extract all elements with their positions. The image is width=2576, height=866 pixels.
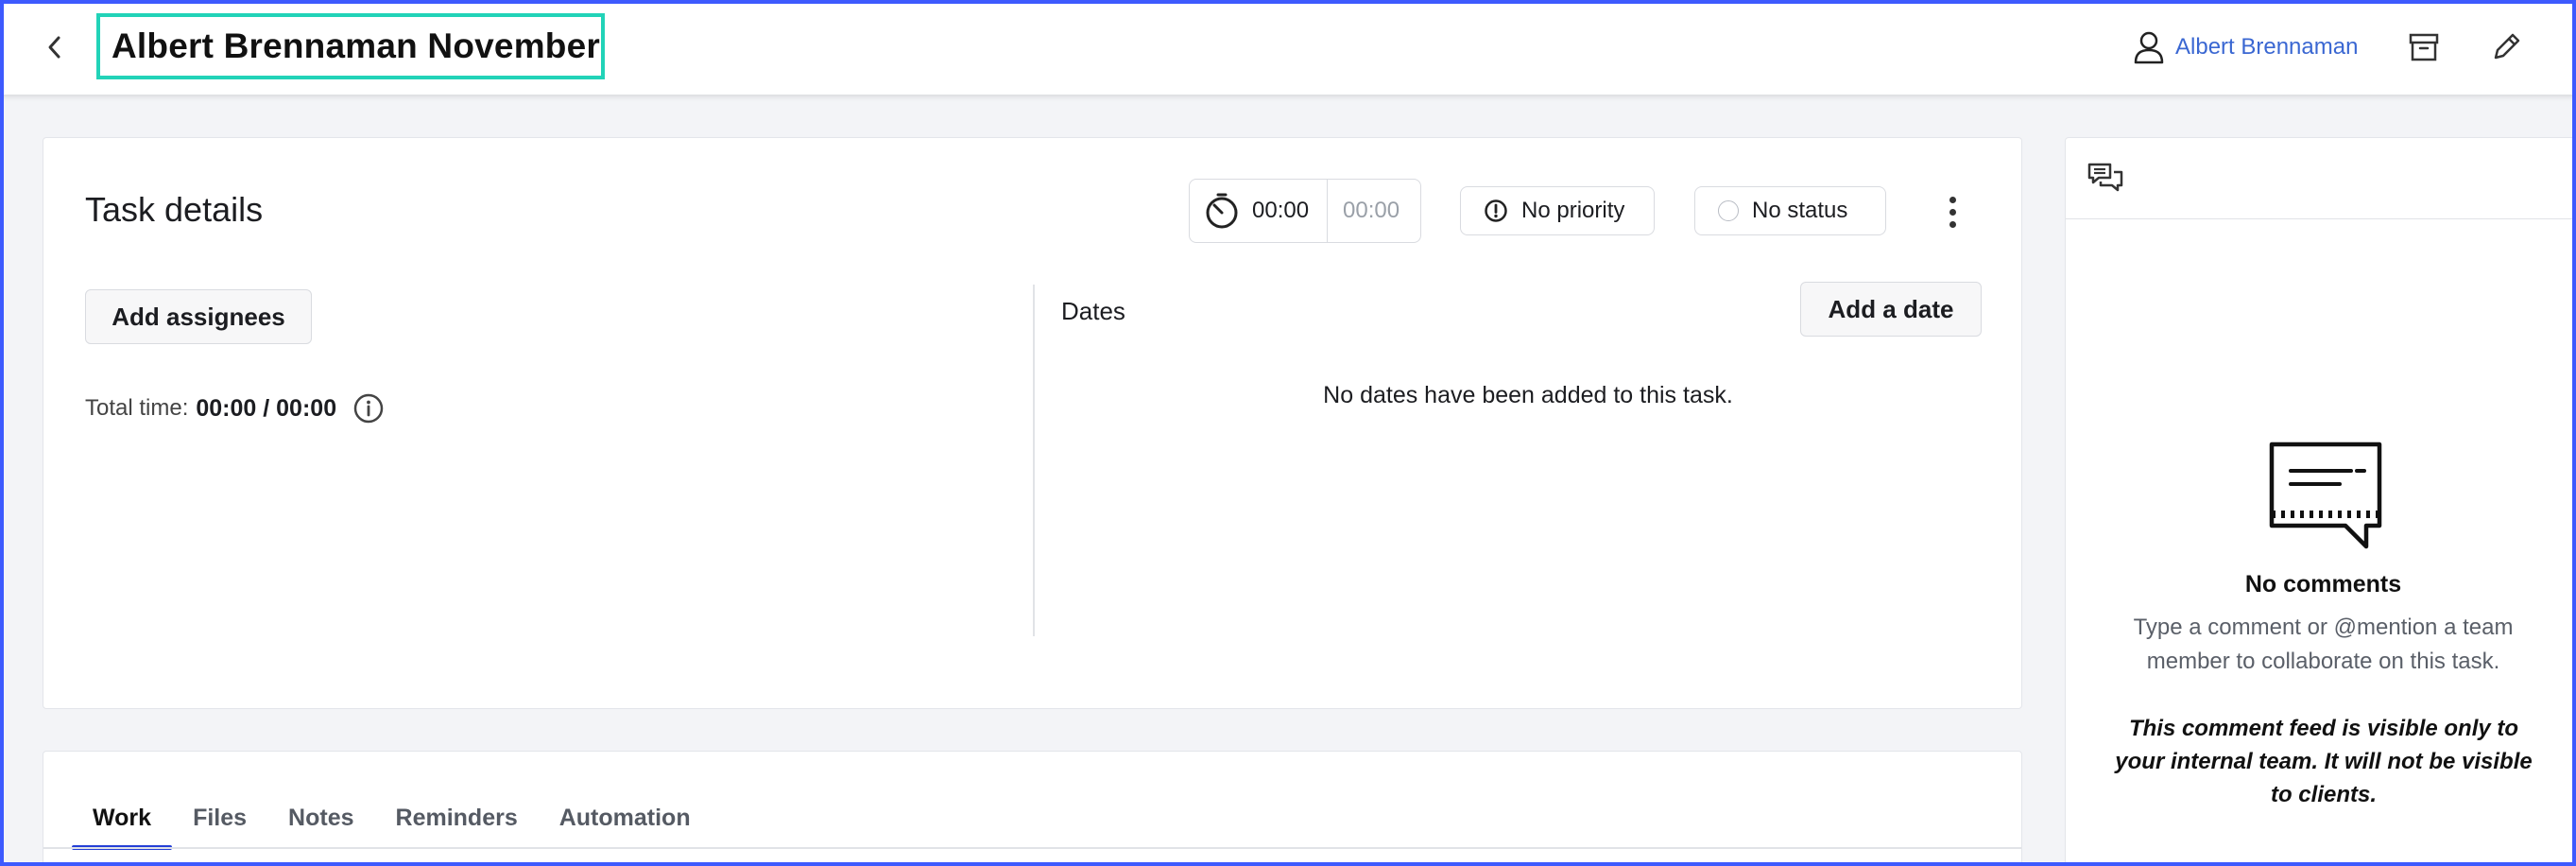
task-tabs: Work Files Notes Reminders Automation [72,789,712,850]
timer-estimate-value[interactable]: 00:00 [1328,198,1400,224]
info-icon[interactable] [352,391,386,425]
total-time-value: 00:00 / 00:00 [196,394,337,422]
edit-button[interactable] [2485,26,2527,68]
kebab-dot [1949,220,1956,228]
empty-comments-illustration [2269,442,2382,549]
tab-work[interactable]: Work [72,789,173,850]
timer-tracked-value: 00:00 [1252,198,1310,223]
user-icon [2134,31,2164,64]
back-button[interactable] [36,28,74,66]
tabs-underline [43,847,2021,849]
add-assignees-button[interactable]: Add assignees [85,289,312,344]
no-dates-message: No dates have been added to this task. [1323,382,1733,408]
time-tracker[interactable]: 00:00 00:00 [1189,179,1421,243]
top-bar: Albert Brennaman November Albert Brennam… [0,0,2576,95]
total-time-row: Total time: 00:00 / 00:00 [85,391,386,425]
kebab-dot [1949,208,1956,216]
tab-files[interactable]: Files [172,789,267,846]
comments-panel: No comments Type a comment or @mention a… [2065,137,2576,866]
status-selector[interactable]: No status [1694,186,1886,235]
status-circle-icon [1718,200,1739,221]
total-time-label: Total time: [85,395,189,421]
page-title-box[interactable]: Albert Brennaman November [96,13,605,79]
task-details-card: Task details 00:00 00:00 No priority No … [43,137,2022,709]
status-label: No status [1752,198,1848,223]
comments-visibility-note: This comment feed is visible only to you… [2115,716,2533,807]
add-date-button[interactable]: Add a date [1800,282,1982,337]
more-options-button[interactable] [1933,191,1971,233]
archive-icon [2409,33,2439,61]
priority-selector[interactable]: No priority [1460,186,1655,235]
assigned-user-link[interactable]: Albert Brennaman [2132,26,2358,68]
task-tabs-card: Work Files Notes Reminders Automation [43,751,2022,866]
page-title: Albert Brennaman November [112,26,600,65]
section-divider [1033,285,1035,636]
user-name: Albert Brennaman [2175,34,2359,60]
no-comments-title: No comments [2244,571,2402,598]
priority-alert-icon [1485,199,1507,222]
priority-label: No priority [1521,198,1625,223]
comments-header [2066,138,2576,219]
stopwatch-icon [1206,193,1238,229]
tab-notes[interactable]: Notes [267,789,374,846]
chevron-left-icon [48,36,60,59]
dates-label: Dates [1061,297,1125,325]
kebab-dot [1949,196,1956,203]
tab-reminders[interactable]: Reminders [375,789,539,846]
pencil-icon [2494,33,2520,60]
comments-icon[interactable] [2085,159,2126,200]
task-details-heading: Task details [85,190,264,229]
comments-hint: Type a comment or @mention a team member… [2133,615,2514,674]
tab-automation[interactable]: Automation [539,789,712,846]
timer-start[interactable]: 00:00 [1190,180,1328,242]
archive-button[interactable] [2403,26,2445,68]
